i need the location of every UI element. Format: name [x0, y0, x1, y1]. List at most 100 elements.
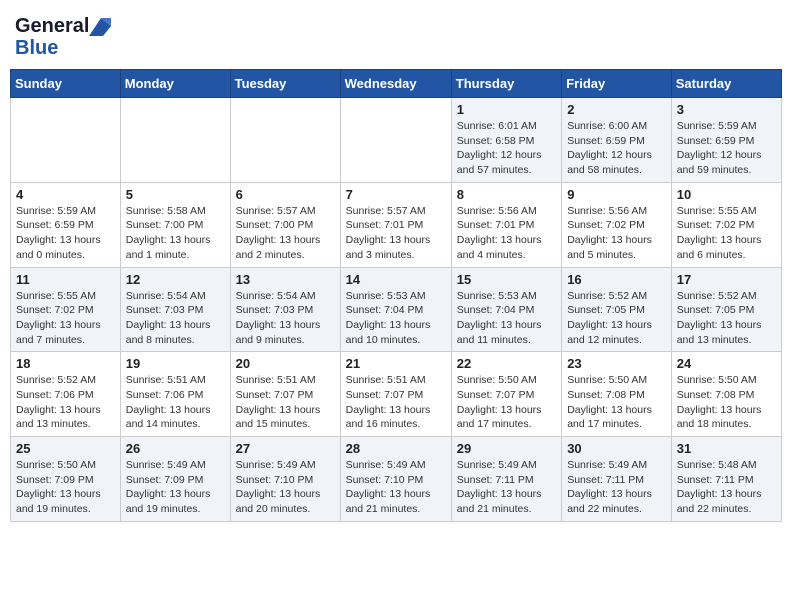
day-number: 17 — [677, 272, 776, 287]
calendar: SundayMondayTuesdayWednesdayThursdayFrid… — [10, 69, 782, 522]
day-info: Sunrise: 5:55 AMSunset: 7:02 PMDaylight:… — [16, 289, 115, 348]
day-cell: 1Sunrise: 6:01 AMSunset: 6:58 PMDaylight… — [451, 98, 561, 183]
day-cell: 21Sunrise: 5:51 AMSunset: 7:07 PMDayligh… — [340, 352, 451, 437]
day-number: 27 — [236, 441, 335, 456]
day-cell: 4 Sunrise: 5:59 AMSunset: 6:59 PMDaylight… — [11, 182, 121, 267]
day-number: 4 — [16, 187, 115, 202]
day-info: Sunrise: 5:51 AMSunset: 7:06 PMDaylight:… — [126, 373, 225, 432]
day-cell: 31 Sunrise: 5:48 AMSunset: 7:11 PMDayligh… — [671, 437, 781, 522]
day-number: 22 — [457, 356, 556, 371]
day-cell: 9Sunrise: 5:56 AMSunset: 7:02 PMDaylight… — [562, 182, 672, 267]
day-info: Sunrise: 5:50 AMSunset: 7:08 PMDaylight:… — [567, 373, 666, 432]
day-info: Sunrise: 5:49 AMSunset: 7:10 PMDaylight:… — [236, 458, 335, 517]
day-cell: 6 Sunrise: 5:57 AMSunset: 7:00 PMDaylight… — [230, 182, 340, 267]
logo-text-general: General — [15, 15, 89, 37]
day-cell: 8 Sunrise: 5:56 AMSunset: 7:01 PMDaylight… — [451, 182, 561, 267]
day-number: 31 — [677, 441, 776, 456]
day-number: 8 — [457, 187, 556, 202]
day-info: Sunrise: 5:50 AMSunset: 7:09 PMDaylight:… — [16, 458, 115, 517]
day-info: Sunrise: 6:01 AMSunset: 6:58 PMDaylight:… — [457, 119, 556, 178]
day-cell: 25 Sunrise: 5:50 AMSunset: 7:09 PMDayligh… — [11, 437, 121, 522]
day-number: 5 — [126, 187, 225, 202]
weekday-header-thursday: Thursday — [451, 70, 561, 98]
day-cell: 5 Sunrise: 5:58 AMSunset: 7:00 PMDaylight… — [120, 182, 230, 267]
day-number: 11 — [16, 272, 115, 287]
day-number: 6 — [236, 187, 335, 202]
day-cell: 17 Sunrise: 5:52 AMSunset: 7:05 PMDayligh… — [671, 267, 781, 352]
day-info: Sunrise: 5:55 AMSunset: 7:02 PMDaylight:… — [677, 204, 776, 263]
day-number: 25 — [16, 441, 115, 456]
day-number: 14 — [346, 272, 446, 287]
day-number: 13 — [236, 272, 335, 287]
day-cell: 26 Sunrise: 5:49 AMSunset: 7:09 PMDayligh… — [120, 437, 230, 522]
day-cell — [230, 98, 340, 183]
day-number: 10 — [677, 187, 776, 202]
day-info: Sunrise: 5:49 AMSunset: 7:10 PMDaylight:… — [346, 458, 446, 517]
day-number: 23 — [567, 356, 666, 371]
day-cell: 18 Sunrise: 5:52 AMSunset: 7:06 PMDayligh… — [11, 352, 121, 437]
day-info: Sunrise: 6:00 AMSunset: 6:59 PMDaylight:… — [567, 119, 666, 178]
weekday-header-tuesday: Tuesday — [230, 70, 340, 98]
day-info: Sunrise: 5:56 AMSunset: 7:01 PMDaylight:… — [457, 204, 556, 263]
day-number: 15 — [457, 272, 556, 287]
day-info: Sunrise: 5:59 AMSunset: 6:59 PMDaylight:… — [16, 204, 115, 263]
day-info: Sunrise: 5:49 AMSunset: 7:11 PMDaylight:… — [567, 458, 666, 517]
day-info: Sunrise: 5:48 AMSunset: 7:11 PMDaylight:… — [677, 458, 776, 517]
day-cell: 11 Sunrise: 5:55 AMSunset: 7:02 PMDayligh… — [11, 267, 121, 352]
day-cell: 3Sunrise: 5:59 AMSunset: 6:59 PMDaylight… — [671, 98, 781, 183]
day-number: 16 — [567, 272, 666, 287]
week-row-4: 18 Sunrise: 5:52 AMSunset: 7:06 PMDayligh… — [11, 352, 782, 437]
day-cell — [120, 98, 230, 183]
day-cell: 30 Sunrise: 5:49 AMSunset: 7:11 PMDayligh… — [562, 437, 672, 522]
day-cell: 16 Sunrise: 5:52 AMSunset: 7:05 PMDayligh… — [562, 267, 672, 352]
day-number: 20 — [236, 356, 335, 371]
week-row-5: 25 Sunrise: 5:50 AMSunset: 7:09 PMDayligh… — [11, 437, 782, 522]
day-info: Sunrise: 5:57 AMSunset: 7:00 PMDaylight:… — [236, 204, 335, 263]
day-cell: 10 Sunrise: 5:55 AMSunset: 7:02 PMDayligh… — [671, 182, 781, 267]
day-cell: 2Sunrise: 6:00 AMSunset: 6:59 PMDaylight… — [562, 98, 672, 183]
day-info: Sunrise: 5:51 AMSunset: 7:07 PMDaylight:… — [236, 373, 335, 432]
weekday-header-sunday: Sunday — [11, 70, 121, 98]
day-cell: 7Sunrise: 5:57 AMSunset: 7:01 PMDaylight… — [340, 182, 451, 267]
day-number: 19 — [126, 356, 225, 371]
day-cell — [340, 98, 451, 183]
day-number: 29 — [457, 441, 556, 456]
day-number: 26 — [126, 441, 225, 456]
day-cell: 15 Sunrise: 5:53 AMSunset: 7:04 PMDayligh… — [451, 267, 561, 352]
day-cell: 20 Sunrise: 5:51 AMSunset: 7:07 PMDayligh… — [230, 352, 340, 437]
day-cell: 28 Sunrise: 5:49 AMSunset: 7:10 PMDayligh… — [340, 437, 451, 522]
week-row-1: 1Sunrise: 6:01 AMSunset: 6:58 PMDaylight… — [11, 98, 782, 183]
day-cell: 13 Sunrise: 5:54 AMSunset: 7:03 PMDayligh… — [230, 267, 340, 352]
day-number: 12 — [126, 272, 225, 287]
weekday-header-friday: Friday — [562, 70, 672, 98]
weekday-header-saturday: Saturday — [671, 70, 781, 98]
day-cell: 19 Sunrise: 5:51 AMSunset: 7:06 PMDayligh… — [120, 352, 230, 437]
day-number: 9 — [567, 187, 666, 202]
day-cell: 23 Sunrise: 5:50 AMSunset: 7:08 PMDayligh… — [562, 352, 672, 437]
day-info: Sunrise: 5:50 AMSunset: 7:07 PMDaylight:… — [457, 373, 556, 432]
week-row-3: 11 Sunrise: 5:55 AMSunset: 7:02 PMDayligh… — [11, 267, 782, 352]
day-info: Sunrise: 5:58 AMSunset: 7:00 PMDaylight:… — [126, 204, 225, 263]
day-number: 18 — [16, 356, 115, 371]
day-info: Sunrise: 5:54 AMSunset: 7:03 PMDaylight:… — [126, 289, 225, 348]
day-number: 24 — [677, 356, 776, 371]
weekday-header-wednesday: Wednesday — [340, 70, 451, 98]
day-cell: 12 Sunrise: 5:54 AMSunset: 7:03 PMDayligh… — [120, 267, 230, 352]
day-number: 28 — [346, 441, 446, 456]
logo-icon — [89, 18, 111, 36]
day-info: Sunrise: 5:49 AMSunset: 7:09 PMDaylight:… — [126, 458, 225, 517]
day-info: Sunrise: 5:52 AMSunset: 7:06 PMDaylight:… — [16, 373, 115, 432]
day-info: Sunrise: 5:53 AMSunset: 7:04 PMDaylight:… — [457, 289, 556, 348]
day-cell: 14 Sunrise: 5:53 AMSunset: 7:04 PMDayligh… — [340, 267, 451, 352]
day-info: Sunrise: 5:50 AMSunset: 7:08 PMDaylight:… — [677, 373, 776, 432]
day-number: 30 — [567, 441, 666, 456]
day-cell — [11, 98, 121, 183]
day-cell: 22 Sunrise: 5:50 AMSunset: 7:07 PMDayligh… — [451, 352, 561, 437]
day-cell: 27 Sunrise: 5:49 AMSunset: 7:10 PMDayligh… — [230, 437, 340, 522]
day-info: Sunrise: 5:52 AMSunset: 7:05 PMDaylight:… — [567, 289, 666, 348]
day-info: Sunrise: 5:53 AMSunset: 7:04 PMDaylight:… — [346, 289, 446, 348]
day-cell: 29Sunrise: 5:49 AMSunset: 7:11 PMDayligh… — [451, 437, 561, 522]
day-info: Sunrise: 5:54 AMSunset: 7:03 PMDaylight:… — [236, 289, 335, 348]
day-info: Sunrise: 5:52 AMSunset: 7:05 PMDaylight:… — [677, 289, 776, 348]
week-row-2: 4 Sunrise: 5:59 AMSunset: 6:59 PMDaylight… — [11, 182, 782, 267]
